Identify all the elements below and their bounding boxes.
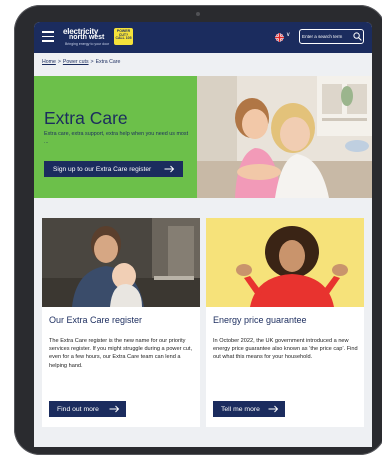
tell-me-more-button[interactable]: Tell me more: [213, 401, 285, 417]
find-out-more-label: Find out more: [57, 405, 99, 413]
page-content: Home > Power cuts > Extra Care Extra Care Ex…: [34, 53, 372, 447]
arrow-right-icon: [109, 405, 120, 412]
search-input[interactable]: [302, 31, 350, 42]
arrow-right-icon: [164, 165, 175, 172]
card-body: In October 2022, the UK government intro…: [213, 338, 358, 361]
card-body: The Extra Care register is the new name …: [49, 338, 193, 369]
breadcrumb-power-cuts[interactable]: Power cuts: [63, 59, 89, 65]
site-header: electricity north west Bringing energy t…: [34, 22, 372, 53]
hero-image: [197, 76, 372, 198]
power-cut-badge-text: POWER CUT? CALL 105: [115, 29, 132, 41]
power-cut-badge[interactable]: POWER CUT? CALL 105: [114, 28, 133, 45]
sign-up-button[interactable]: Sign up to our Extra Care register: [44, 161, 183, 177]
breadcrumb-current: Extra Care: [95, 59, 121, 65]
cards-section: Our Extra Care register The Extra Care r…: [34, 198, 372, 447]
search-icon[interactable]: [353, 32, 362, 41]
hero-text-panel: Extra Care Extra care, extra support, ex…: [34, 76, 197, 198]
tell-me-more-label: Tell me more: [221, 405, 260, 413]
breadcrumb: Home > Power cuts > Extra Care: [42, 59, 120, 65]
tablet-screen: electricity north west Bringing energy t…: [34, 22, 372, 447]
site-logo[interactable]: electricity north west Bringing energy t…: [63, 27, 109, 47]
chevron-down-icon[interactable]: ∨: [286, 31, 290, 38]
card-title: Energy price guarantee: [213, 315, 307, 325]
logo-line-2: north west: [69, 34, 105, 41]
hero-banner: Extra Care Extra care, extra support, ex…: [34, 76, 372, 198]
breadcrumb-home[interactable]: Home: [42, 59, 56, 65]
card-image: [42, 218, 200, 307]
breadcrumb-separator: >: [57, 59, 61, 65]
shrugging-woman-photo: [206, 218, 364, 307]
search-field[interactable]: [299, 29, 364, 44]
hamburger-menu-icon[interactable]: [42, 31, 54, 42]
logo-tagline: Bringing energy to your door: [65, 42, 110, 46]
card-image: [206, 218, 364, 307]
card-title: Our Extra Care register: [49, 315, 143, 325]
breadcrumb-separator: >: [90, 59, 94, 65]
energy-price-guarantee-card: Energy price guarantee In October 2022, …: [206, 218, 364, 427]
mother-and-daughter-photo: [197, 76, 372, 198]
camera-dot: [196, 12, 200, 16]
father-and-baby-photo: [42, 218, 200, 307]
uk-flag-icon[interactable]: [275, 33, 284, 42]
sign-up-button-label: Sign up to our Extra Care register: [53, 165, 152, 173]
find-out-more-button[interactable]: Find out more: [49, 401, 126, 417]
arrow-right-icon: [268, 405, 279, 412]
hero-description: Extra care, extra support, extra help wh…: [44, 131, 189, 145]
extra-care-register-card: Our Extra Care register The Extra Care r…: [42, 218, 200, 427]
page-title: Extra Care: [44, 108, 128, 128]
